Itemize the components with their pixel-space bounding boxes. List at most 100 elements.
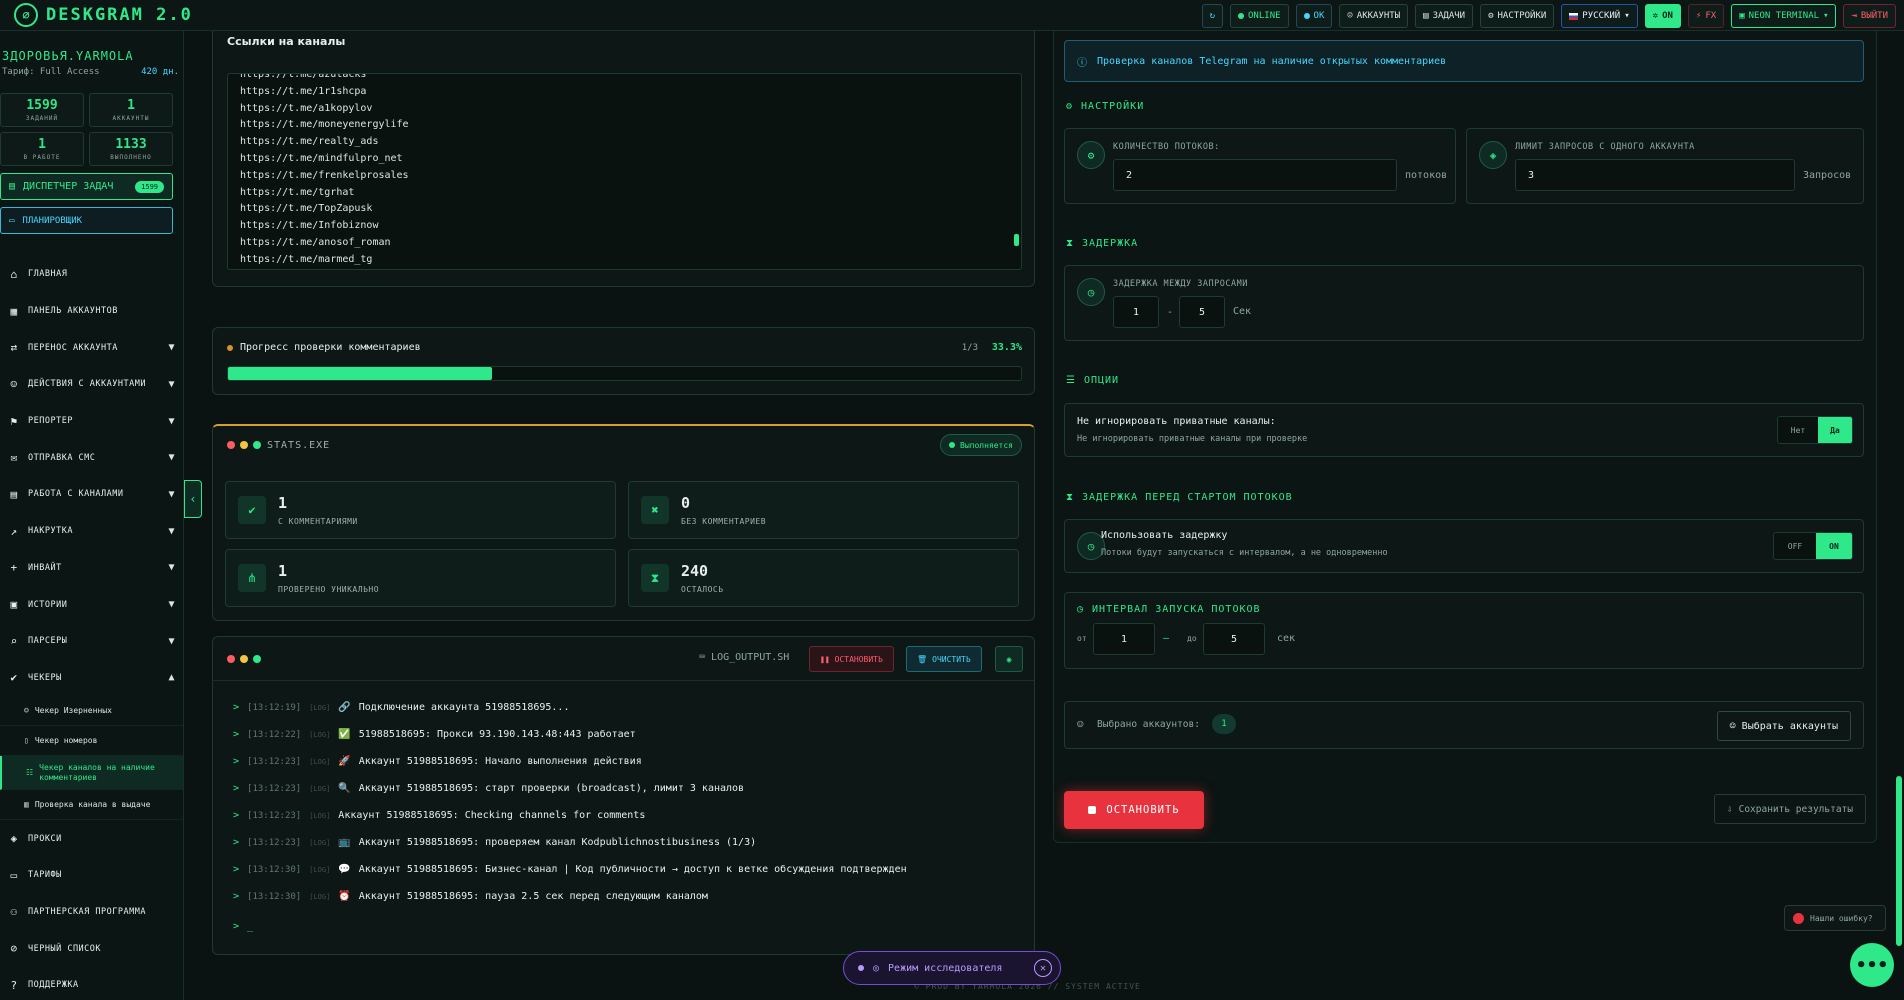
link-line: https://t.me/frenkelprosales bbox=[240, 169, 409, 181]
accounts-button[interactable]: ☺ АККАУНТЫ bbox=[1339, 4, 1409, 28]
sub-item-phone-checker[interactable]: ▯ Чекер номеров bbox=[0, 726, 183, 757]
settings-section-title: ⚙ НАСТРОЙКИ bbox=[1066, 101, 1144, 112]
log-stop-button[interactable]: ❚❚ ОСТАНОВИТЬ bbox=[809, 646, 894, 672]
log-tag: [LOG] bbox=[309, 703, 331, 712]
power-label: ON bbox=[1662, 11, 1673, 21]
nav-parsers[interactable]: ⌕ ПАРСЕРЫ ▼ bbox=[0, 623, 183, 660]
sub-item-label: Проверка канала в выдаче bbox=[34, 800, 151, 810]
threads-unit: потоков bbox=[1405, 170, 1448, 181]
blacklist-icon: ⊘ bbox=[10, 942, 18, 956]
link-line: https://t.me/realty_ads bbox=[240, 136, 379, 148]
researcher-mode-pill[interactable]: ◎ Режим исследователя ✕ bbox=[843, 951, 1061, 985]
section-title-text: НАСТРОЙКИ bbox=[1081, 101, 1145, 112]
stat-card-value: 1 bbox=[278, 562, 288, 580]
nav-invite[interactable]: + ИНВАЙТ ▼ bbox=[0, 550, 183, 587]
log-scrollbar[interactable] bbox=[1896, 776, 1902, 946]
chevron-down-icon: ▾ bbox=[1624, 11, 1630, 21]
log-visibility-button[interactable]: ◉ bbox=[995, 646, 1023, 672]
exit-button[interactable]: ⇥ ВЫЙТИ bbox=[1843, 4, 1896, 28]
logo[interactable]: ⌀ DESKGRAM 2.0 bbox=[0, 3, 193, 27]
eye-icon: ◉ bbox=[1006, 654, 1012, 664]
delay-to-input[interactable]: 5 bbox=[1179, 296, 1225, 328]
toggle-off[interactable]: OFF bbox=[1774, 533, 1816, 559]
progress-fill bbox=[228, 367, 493, 380]
nav-label: ДЕЙСТВИЯ С АККАУНТАМИ bbox=[28, 379, 146, 390]
prompt-icon: > bbox=[233, 783, 240, 794]
progress-bar bbox=[227, 366, 1022, 381]
save-label: Сохранить результаты bbox=[1738, 803, 1853, 815]
planner-button[interactable]: ▭ ПЛАНИРОВЩИК bbox=[0, 207, 173, 234]
home-icon: ⌂ bbox=[10, 267, 18, 281]
flag-icon bbox=[1569, 12, 1579, 20]
nav-account-transfer[interactable]: ⇄ ПЕРЕНОС АККАУНТА ▼ bbox=[0, 329, 183, 366]
nav-accounts-panel[interactable]: ▦ ПАНЕЛЬ АККАУНТОВ bbox=[0, 293, 183, 330]
ok-status: OK bbox=[1295, 4, 1333, 28]
nav-label: ПАРСЕРЫ bbox=[28, 636, 68, 647]
nav-stories[interactable]: ▣ ИСТОРИИ ▼ bbox=[0, 586, 183, 623]
threads-label: КОЛИЧЕСТВО ПОТОКОВ: bbox=[1113, 142, 1220, 152]
sidebar-collapse-button[interactable]: ‹ bbox=[184, 480, 202, 518]
threads-input[interactable]: 2 bbox=[1113, 159, 1397, 191]
chevron-down-icon: ▼ bbox=[168, 452, 175, 464]
chat-button[interactable]: ••• bbox=[1850, 943, 1894, 987]
shield-icon: ◈ bbox=[10, 832, 18, 846]
stat-label: АККАУНТЫ bbox=[112, 115, 150, 122]
save-results-button[interactable]: ⇩ Сохранить результаты bbox=[1713, 794, 1866, 824]
fx-toggle[interactable]: ⚡ FX bbox=[1687, 4, 1725, 28]
log-body[interactable]: > [13:12:19] [LOG] 🔗 Подключение аккаунта 51… bbox=[213, 681, 1034, 956]
progress-percent: 33.3% bbox=[991, 342, 1022, 353]
delay-from-input[interactable]: 1 bbox=[1113, 296, 1159, 328]
link-line: https://t.me/1r1shcpa bbox=[240, 85, 367, 97]
logo-text: DESKGRAM 2.0 bbox=[46, 5, 193, 25]
link-line: https://t.me/mindfulpro_net bbox=[240, 152, 403, 164]
sub-item-search-check[interactable]: ▥ Проверка канала в выдаче bbox=[0, 790, 183, 821]
power-toggle[interactable]: ✲ ON bbox=[1644, 4, 1681, 28]
limit-input[interactable]: 3 bbox=[1515, 159, 1795, 191]
use-delay-toggle[interactable]: OFF ON bbox=[1773, 532, 1853, 560]
stop-button[interactable]: ОСТАНОВИТЬ bbox=[1064, 791, 1204, 829]
nav-partners[interactable]: ⚇ ПАРТНЕРСКАЯ ПРОГРАММА bbox=[0, 894, 183, 931]
link-line: https://t.me/azutacks bbox=[240, 73, 367, 80]
settings-button[interactable]: ⚙ НАСТРОЙКИ bbox=[1480, 4, 1555, 28]
toggle-yes[interactable]: Да bbox=[1818, 417, 1852, 443]
log-tag: [LOG] bbox=[309, 838, 331, 847]
nav-proxy[interactable]: ◈ ПРОКСИ bbox=[0, 820, 183, 857]
links-textarea[interactable]: https://t.me/azutacks https://t.me/1r1sh… bbox=[227, 73, 1022, 270]
log-clear-button[interactable]: 🗑 ОЧИСТИТЬ bbox=[906, 646, 982, 672]
private-channels-toggle[interactable]: Нет Да bbox=[1777, 416, 1853, 444]
nav-reporter[interactable]: ⚑ РЕПОРТЕР ▼ bbox=[0, 403, 183, 440]
nav-blacklist[interactable]: ⊘ ЧЕРНЫЙ СПИСОК bbox=[0, 930, 183, 967]
nav-support[interactable]: ? ПОДДЕРЖКА bbox=[0, 967, 183, 1000]
chevron-down-icon: ▼ bbox=[168, 525, 175, 537]
refresh-button[interactable]: ↻ bbox=[1201, 4, 1224, 28]
progress-title-text: Прогресс проверки комментариев bbox=[240, 342, 421, 353]
log-prompt-line[interactable]: > _ bbox=[213, 913, 1034, 940]
toggle-no[interactable]: Нет bbox=[1778, 417, 1818, 443]
log-time: [13:12:22] bbox=[247, 729, 302, 740]
nav-tariffs[interactable]: ▭ ТАРИФЫ bbox=[0, 857, 183, 894]
close-icon[interactable]: ✕ bbox=[1034, 959, 1052, 977]
task-manager-button[interactable]: ▤ ДИСПЕТЧЕР ЗАДАЧ 1599 bbox=[0, 173, 173, 200]
nav-boost[interactable]: ↗ НАКРУТКА ▼ bbox=[0, 513, 183, 550]
toggle-on[interactable]: ON bbox=[1816, 533, 1852, 559]
interval-from-input[interactable]: 1 bbox=[1093, 623, 1155, 655]
language-select[interactable]: РУССКИЙ ▾ bbox=[1561, 4, 1638, 28]
nav-sms[interactable]: ✉ ОТПРАВКА СМС ▼ bbox=[0, 439, 183, 476]
nav-home[interactable]: ⌂ ГЛАВНАЯ bbox=[0, 256, 183, 293]
interval-to-input[interactable]: 5 bbox=[1203, 623, 1265, 655]
log-tag: [LOG] bbox=[309, 811, 331, 820]
theme-select[interactable]: ▣ NEON TERMINAL ▾ bbox=[1731, 4, 1837, 28]
nav-account-actions[interactable]: ☺ ДЕЙСТВИЯ С АККАУНТАМИ ▼ bbox=[0, 366, 183, 403]
choose-accounts-button[interactable]: ☺ Выбрать аккаунты bbox=[1716, 711, 1851, 741]
sub-item-comments-checker[interactable]: ☷ Чекер каналов на наличие комментариев bbox=[0, 756, 183, 791]
nav-checkers[interactable]: ✔ ЧЕКЕРЫ ▲ bbox=[0, 660, 183, 697]
glasses-icon: ◎ bbox=[873, 962, 880, 974]
links-scrollbar[interactable] bbox=[1014, 234, 1019, 246]
minimize-dot-icon bbox=[240, 655, 248, 663]
report-bug-button[interactable]: Нашли ошибку? bbox=[1784, 905, 1886, 931]
sub-item-checker-1[interactable]: ☺ Чекер Изерненных bbox=[0, 696, 183, 727]
tasks-button[interactable]: ▤ ЗАДАЧИ bbox=[1415, 4, 1474, 28]
nav-channels[interactable]: ▤ РАБОТА С КАНАЛАМИ ▼ bbox=[0, 476, 183, 513]
planner-label: ПЛАНИРОВЩИК bbox=[22, 215, 83, 226]
tasks-icon: ▤ bbox=[1423, 11, 1429, 21]
